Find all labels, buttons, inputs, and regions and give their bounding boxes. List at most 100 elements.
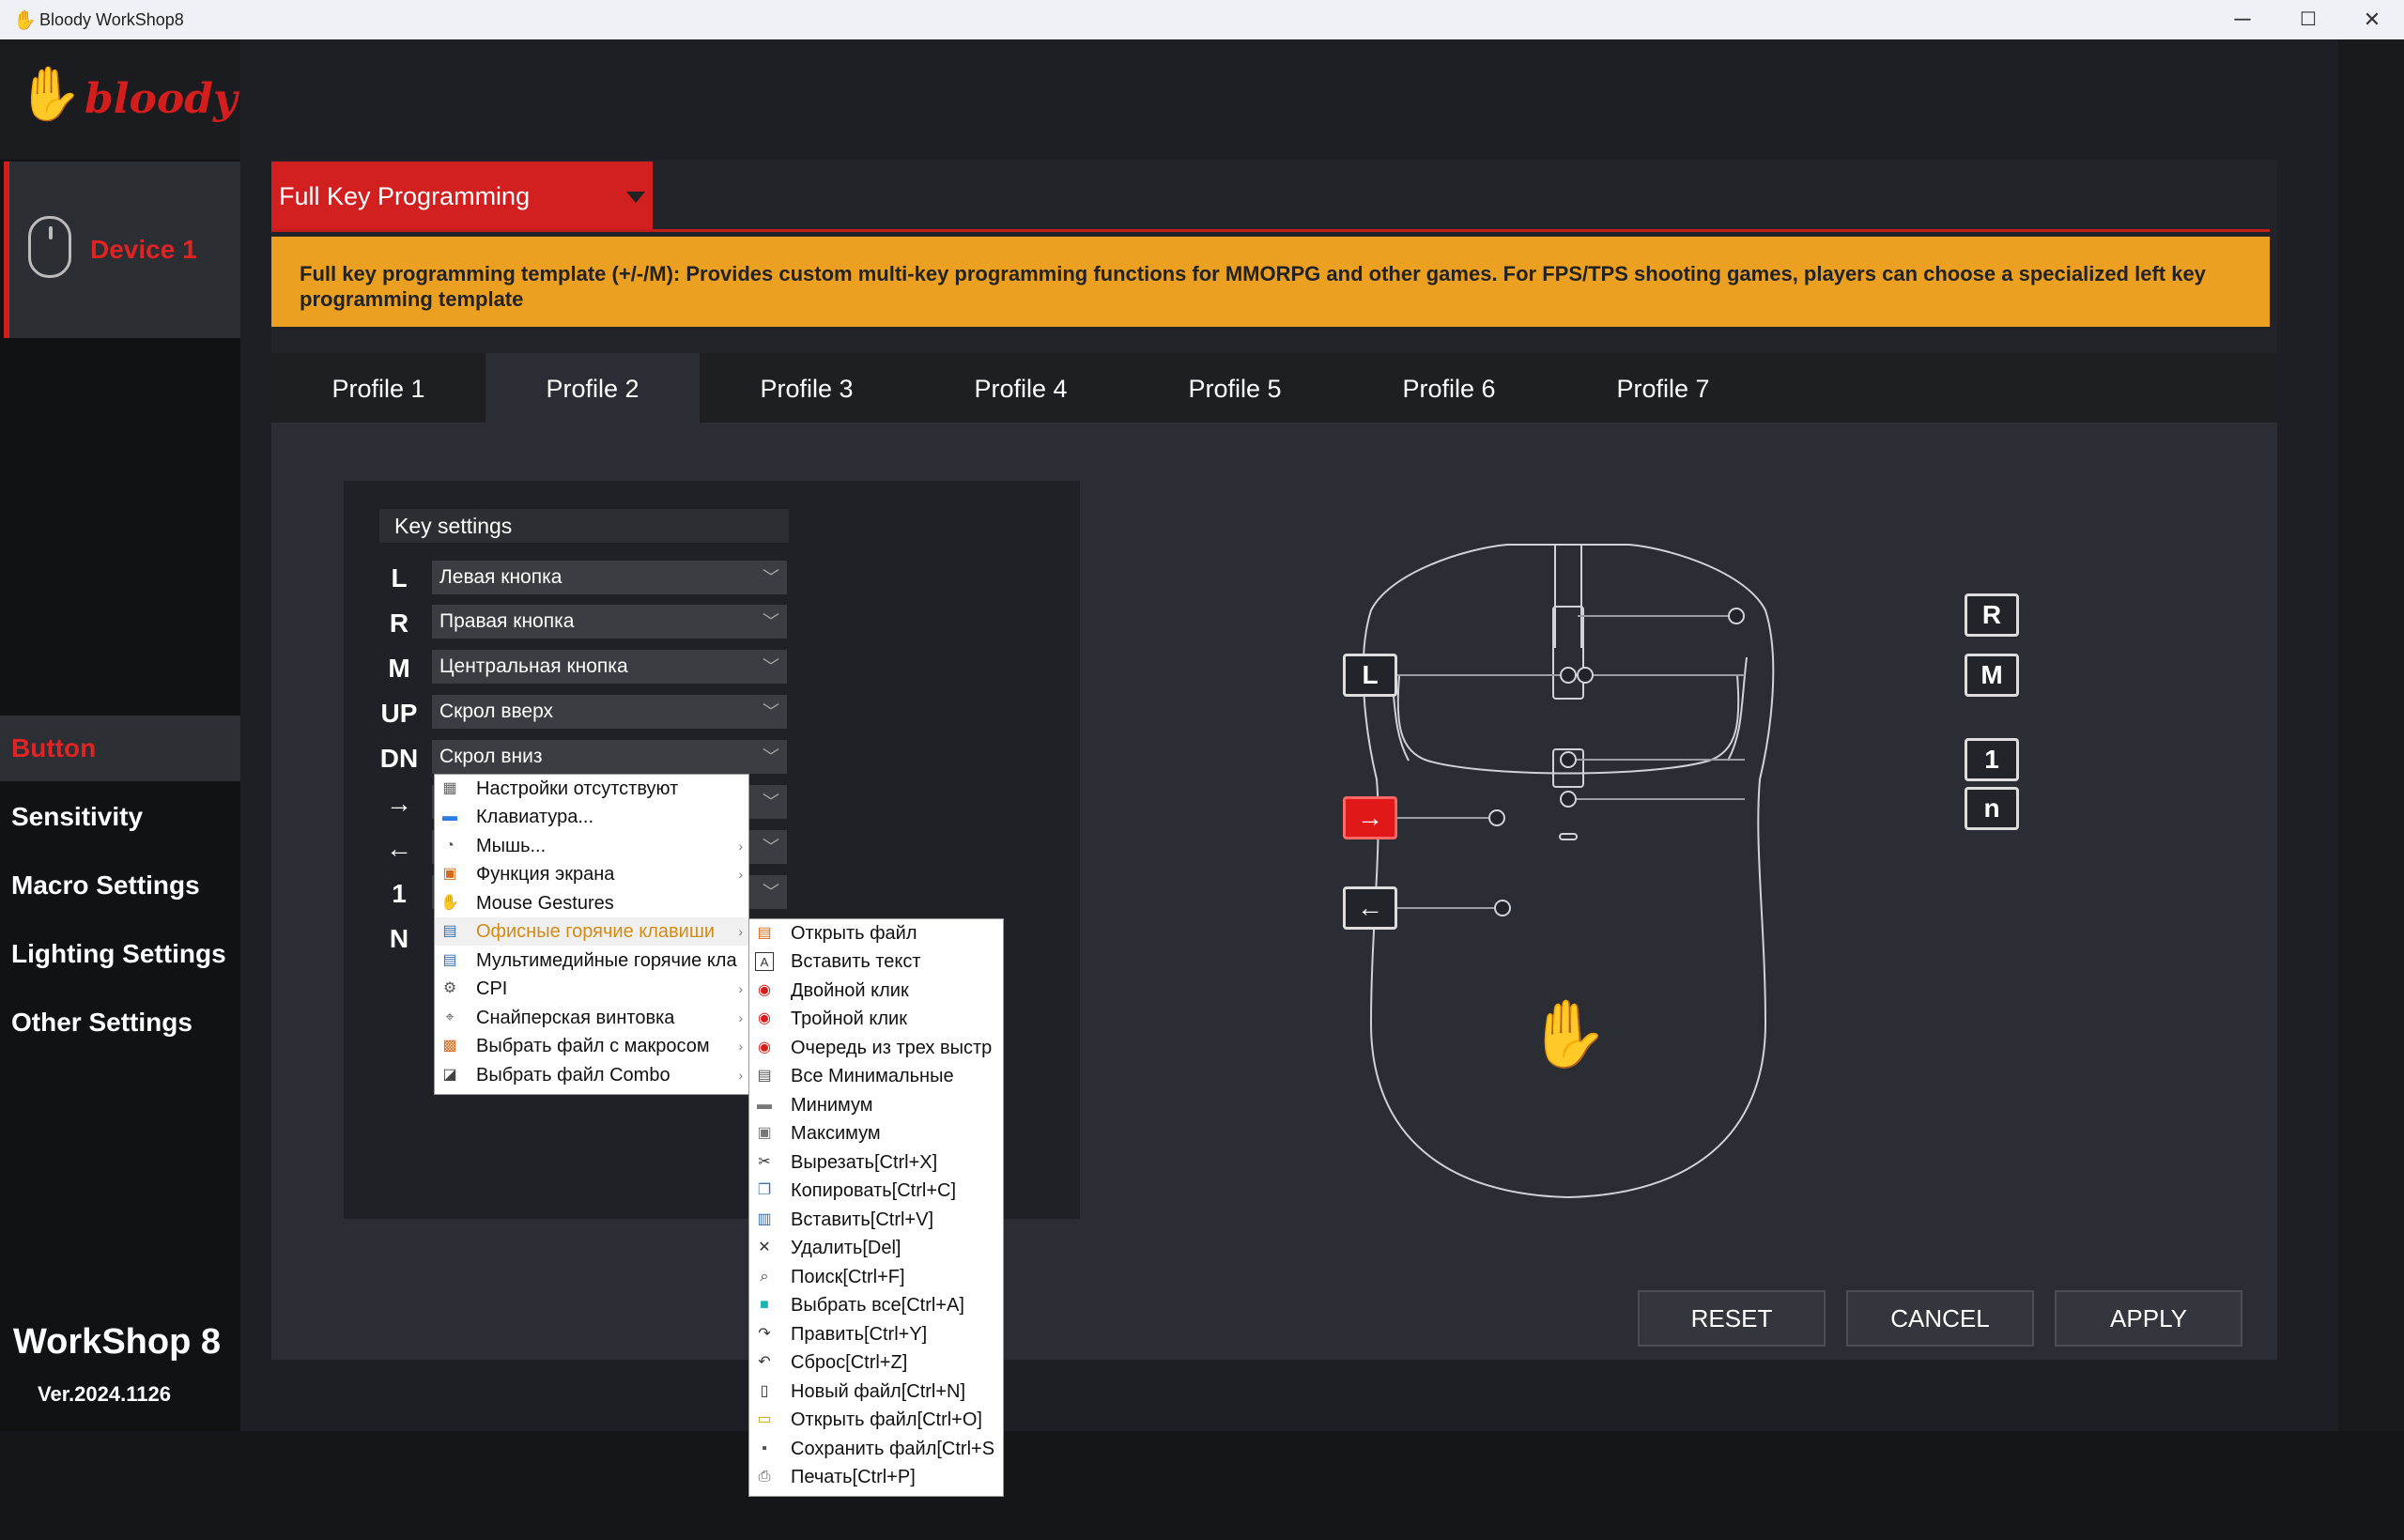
key-label-r: R [389,608,409,638]
tab-profile-6[interactable]: Profile 6 [1342,353,1556,423]
mouse-key-r[interactable]: R [1965,593,2019,637]
submenu-item-paste[interactable]: ▥ Вставить[Ctrl+V] [749,1206,1003,1234]
submenu-item-minimize[interactable]: ▬ Минимум [749,1091,1003,1119]
key-select-value: Центральная кнопка [439,655,628,677]
menu-item-no-settings[interactable]: ▦ Настройки отсутствуют [435,775,748,803]
mouse-key-back[interactable]: ← [1343,886,1397,930]
menu-item-label: Настройки отсутствуют [476,778,679,799]
menu-item-label: Минимум [791,1095,873,1116]
chevron-down-icon: ﹀ [763,612,779,631]
submenu-item-save-file[interactable]: ▪ Сохранить файл[Ctrl+S [749,1435,1003,1463]
submenu-item-triple-click[interactable]: ◉ Тройной клик [749,1005,1003,1033]
print-icon: ⎙ [758,1469,771,1485]
submenu-item-print[interactable]: ⎙ Печать[Ctrl+P] [749,1463,1003,1491]
submenu-item-redo[interactable]: ↷ Править[Ctrl+Y] [749,1320,1003,1348]
chevron-down-icon: ﹀ [763,747,779,766]
select-all-icon: ■ [760,1297,769,1313]
submenu-arrow-icon: › [738,1010,743,1025]
submenu-item-cut[interactable]: ✂ Вырезать[Ctrl+X] [749,1148,1003,1177]
key-select-l[interactable]: Левая кнопка ﹀ [432,561,787,594]
device-selector[interactable]: Device 1 [4,162,240,338]
submenu-arrow-icon: › [738,924,743,939]
nav-macro-settings[interactable]: Macro Settings [0,853,240,918]
nav-other-settings[interactable]: Other Settings [0,990,240,1055]
mouse-key-forward[interactable]: → [1343,796,1397,839]
tab-profile-3[interactable]: Profile 3 [700,353,914,423]
bloody-hand-logo-icon: ✋ [1527,996,1609,1070]
submenu-item-open-file-ctrl-o[interactable]: ▭ Открыть файл[Ctrl+O] [749,1406,1003,1434]
mouse-key-1[interactable]: 1 [1965,738,2019,781]
screen-function-icon: ▣ [442,866,457,882]
menu-item-label: Функция экрана [476,864,615,885]
maximize-button[interactable]: ☐ [2280,4,2336,36]
menu-item-multimedia-hotkeys[interactable]: ▤ Мультимедийные горячие кла [435,947,748,975]
menu-item-label: Очередь из трех выстр [791,1038,993,1058]
mouse-device-icon [28,216,71,278]
submenu-item-insert-text[interactable]: A Вставить текст [749,947,1003,976]
menu-item-label: Копировать[Ctrl+C] [791,1180,957,1201]
nav-lighting-settings[interactable]: Lighting Settings [0,921,240,987]
submenu-item-undo[interactable]: ↶ Сброс[Ctrl+Z] [749,1348,1003,1377]
delete-icon: ✕ [758,1240,771,1255]
submenu-arrow-icon: › [738,1068,743,1083]
combo-file-icon: ◪ [442,1067,457,1083]
apply-button[interactable]: APPLY [2055,1290,2242,1347]
tab-profile-1[interactable]: Profile 1 [271,353,485,423]
key-select-dn[interactable]: Скрол вниз ﹀ [432,740,787,774]
menu-item-office-hotkeys[interactable]: ▤ Офисные горячие клавиши › [435,917,748,946]
menu-item-screen-function[interactable]: ▣ Функция экрана › [435,860,748,888]
mode-dropdown[interactable]: Full Key Programming [271,162,653,231]
key-select-value: Правая кнопка [439,610,575,632]
menu-item-mouse[interactable]: ◔ Мышь... › [435,832,748,860]
submenu-item-open-file[interactable]: ▤ Открыть файл [749,919,1003,947]
chevron-down-icon: ﹀ [763,793,779,811]
menu-item-label: Новый файл[Ctrl+N] [791,1381,966,1402]
tab-profile-2[interactable]: Profile 2 [485,353,700,423]
menu-item-keyboard[interactable]: ▬ Клавиатура... [435,803,748,831]
cancel-button[interactable]: CANCEL [1846,1290,2034,1347]
menu-item-label: Выбрать файл Combo [476,1065,670,1086]
menu-item-label: Удалить[Del] [791,1238,902,1258]
dropdown-arrow-icon [626,192,645,203]
menu-item-macro-file[interactable]: ▩ Выбрать файл с макросом › [435,1032,748,1060]
triple-click-icon: ◉ [758,1010,771,1026]
menu-item-combo-file[interactable]: ◪ Выбрать файл Combo › [435,1061,748,1089]
submenu-item-search[interactable]: ⌕ Поиск[Ctrl+F] [749,1263,1003,1291]
menu-item-label: Все Минимальные [791,1066,954,1086]
close-button[interactable]: ✕ [2344,4,2400,36]
gesture-hand-icon: ✋ [440,895,459,911]
submenu-arrow-icon: › [738,867,743,882]
tab-profile-5[interactable]: Profile 5 [1128,353,1342,423]
key-label-m: M [388,654,410,683]
key-select-m[interactable]: Центральная кнопка ﹀ [432,650,787,684]
cut-icon: ✂ [758,1154,771,1170]
key-label-up: UP [380,699,418,728]
tab-profile-7[interactable]: Profile 7 [1556,353,1770,423]
reset-button[interactable]: RESET [1638,1290,1826,1347]
nav-sensitivity[interactable]: Sensitivity [0,784,240,850]
menu-item-label: Mouse Gestures [476,893,614,914]
submenu-item-double-click[interactable]: ◉ Двойной клик [749,977,1003,1005]
submenu-item-select-all[interactable]: ■ Выбрать все[Ctrl+A] [749,1291,1003,1319]
mouse-key-m[interactable]: M [1965,654,2019,697]
menu-item-mouse-gestures[interactable]: ✋ Mouse Gestures [435,889,748,917]
minimize-button[interactable]: ─ [2214,4,2271,36]
tab-profile-4[interactable]: Profile 4 [914,353,1128,423]
submenu-item-new-file[interactable]: ▯ Новый файл[Ctrl+N] [749,1378,1003,1406]
submenu-item-minimize-all[interactable]: ▤ Все Минимальные [749,1062,1003,1090]
bloody-hand-icon: ✋ [17,64,83,123]
submenu-item-burst[interactable]: ◉ Очередь из трех выстр [749,1034,1003,1062]
submenu-item-delete[interactable]: ✕ Удалить[Del] [749,1234,1003,1262]
window-titlebar: ✋ Bloody WorkShop8 ─ ☐ ✕ [0,0,2404,39]
nav-button[interactable]: Button [0,716,240,781]
menu-item-cpi[interactable]: ⚙ CPI › [435,975,748,1003]
menu-item-label: Выбрать файл с макросом [476,1036,710,1056]
mouse-key-n[interactable]: n [1965,787,2019,830]
mouse-key-l[interactable]: L [1343,654,1397,697]
keyboard-icon: ▬ [442,808,457,824]
key-select-r[interactable]: Правая кнопка ﹀ [432,605,787,639]
submenu-item-copy[interactable]: ❐ Копировать[Ctrl+C] [749,1177,1003,1205]
key-select-up[interactable]: Скрол вверх ﹀ [432,695,787,729]
menu-item-sniper-rifle[interactable]: ⌖ Снайперская винтовка › [435,1004,748,1032]
submenu-item-maximize[interactable]: ▣ Максимум [749,1119,1003,1147]
